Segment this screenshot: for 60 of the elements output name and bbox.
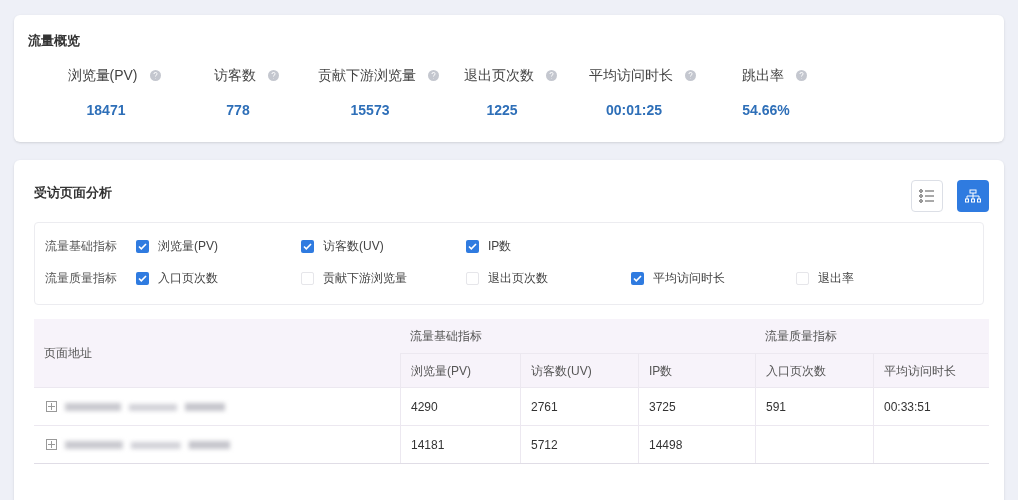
- column-header: 浏览量(PV): [400, 353, 520, 387]
- checkbox[interactable]: [796, 271, 809, 285]
- table-cell-text: 3725: [649, 398, 676, 416]
- column-header: 访客数(UV): [520, 353, 638, 387]
- checkbox[interactable]: [136, 271, 149, 285]
- checkbox-label: IP数: [488, 238, 512, 255]
- table-cell-text: 5712: [531, 436, 558, 454]
- checkbox-label: 浏览量(PV): [158, 238, 218, 255]
- table-cell-text: 14498: [649, 436, 683, 454]
- metric-value: 1225: [486, 100, 519, 120]
- column-header: 页面地址: [43, 345, 93, 362]
- metric-value: 18471: [86, 100, 127, 120]
- column-header: 平均访问时长: [873, 353, 988, 387]
- column-group-header: 流量质量指标: [764, 328, 838, 345]
- list-icon: [919, 189, 935, 203]
- checkbox[interactable]: [301, 239, 314, 253]
- checkbox-label: 退出率: [818, 270, 854, 287]
- help-icon: [149, 69, 161, 81]
- metric-label: 浏览量(PV): [67, 65, 138, 85]
- table-cell-text: 2761: [531, 398, 558, 416]
- metric-value: 54.66%: [742, 100, 791, 120]
- table-cell-text: 00:33:51: [884, 398, 931, 416]
- checkbox-label: 入口页次数: [158, 270, 218, 287]
- list-view-button[interactable]: [911, 180, 943, 212]
- metric-label: 跳出率: [741, 65, 784, 85]
- checkbox-label: 平均访问时长: [653, 270, 725, 287]
- checkbox[interactable]: [631, 271, 644, 285]
- checkbox-label: 贡献下游浏览量: [323, 270, 407, 287]
- help-icon: [795, 69, 807, 81]
- table-cell-text: 14181: [411, 436, 445, 454]
- hierarchy-icon: [965, 189, 981, 203]
- metric-label: 退出页次数: [463, 65, 534, 85]
- column-header: 入口页次数: [755, 353, 873, 387]
- help-icon: [684, 69, 696, 81]
- checkbox[interactable]: [136, 239, 149, 253]
- column-group-header: 流量基础指标: [409, 328, 483, 345]
- help-icon: [427, 69, 439, 81]
- filter-group-label: 流量基础指标: [45, 238, 118, 255]
- checkbox[interactable]: [301, 271, 314, 285]
- help-icon: [267, 69, 279, 81]
- checkbox-label: 访客数(UV): [323, 238, 384, 255]
- help-icon: [545, 69, 557, 81]
- tree-view-button[interactable]: [957, 180, 989, 212]
- filter-group-label: 流量质量指标: [45, 270, 118, 287]
- metric-value: 00:01:25: [605, 100, 663, 120]
- section-title: 流量概览: [28, 32, 81, 50]
- table-cell-text: 4290: [411, 398, 438, 416]
- checkbox[interactable]: [466, 271, 479, 285]
- checkbox-label: 退出页次数: [488, 270, 548, 287]
- metric-value: 778: [226, 100, 251, 120]
- column-header: IP数: [638, 353, 755, 387]
- metric-label: 贡献下游浏览量: [317, 65, 416, 85]
- table-cell-text: 591: [766, 398, 787, 416]
- expand-icon[interactable]: [46, 439, 57, 450]
- checkbox[interactable]: [466, 239, 479, 253]
- metric-label: 平均访问时长: [588, 65, 673, 85]
- section-title: 受访页面分析: [34, 184, 112, 202]
- expand-icon[interactable]: [46, 401, 57, 412]
- metric-value: 15573: [350, 100, 391, 120]
- metric-label: 访客数: [213, 65, 256, 85]
